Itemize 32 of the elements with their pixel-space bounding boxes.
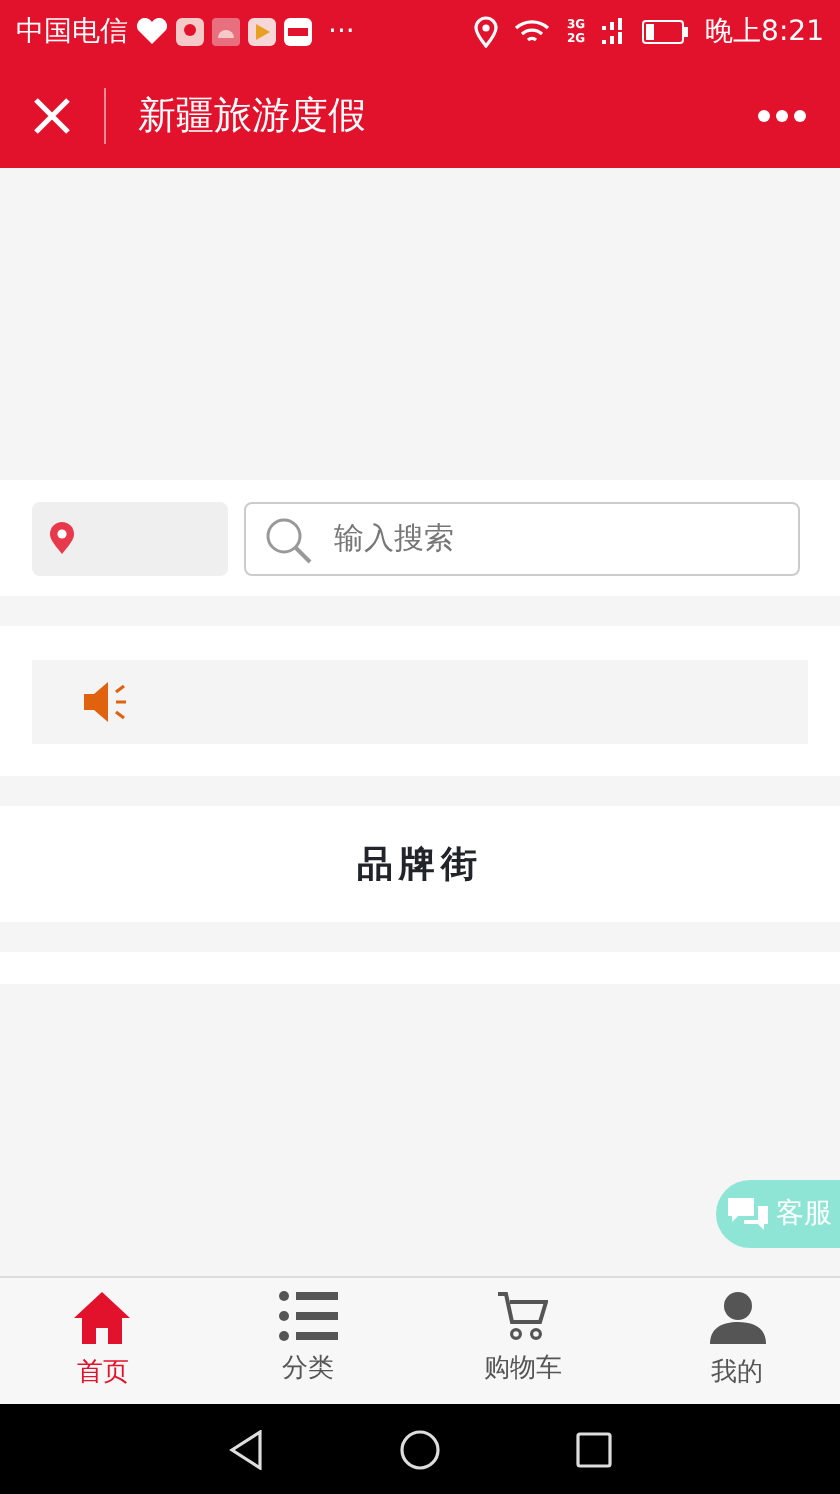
location-pin-icon (48, 520, 76, 556)
list-icon (278, 1290, 339, 1342)
home-icon (72, 1290, 133, 1346)
app-icon (284, 18, 312, 46)
recents-icon[interactable] (576, 1431, 612, 1467)
location-icon (474, 16, 499, 48)
cart-icon (496, 1290, 549, 1342)
page-title: 新疆旅游度假 (138, 91, 366, 142)
tab-item[interactable]: 首页 (0, 1278, 206, 1404)
search-field[interactable]: 输入搜索 (244, 501, 800, 575)
search-icon (264, 515, 312, 563)
play-app-icon (248, 18, 276, 46)
heart-icon (136, 18, 168, 46)
location-selector[interactable] (32, 501, 228, 575)
section-title: 品牌街 (357, 841, 483, 889)
battery-icon (641, 20, 690, 44)
more-dots: ··· (328, 13, 355, 51)
wifi-icon (514, 18, 551, 46)
tab-item[interactable]: 购物车 (411, 1278, 635, 1404)
close-icon[interactable] (32, 96, 72, 136)
back-icon[interactable] (228, 1429, 264, 1469)
app-icon (212, 18, 240, 46)
tab-item[interactable]: 分类 (205, 1278, 411, 1404)
more-icon[interactable] (756, 108, 808, 124)
tab-item[interactable]: 我的 (634, 1278, 840, 1404)
clock: 晚上8:21 (705, 13, 824, 51)
carrier-name: 中国电信 (16, 13, 128, 51)
user-icon (707, 1290, 768, 1346)
signal-icon (601, 18, 626, 46)
chat-icon (728, 1196, 768, 1232)
home-circle-icon[interactable] (400, 1429, 440, 1469)
app-icon (176, 18, 204, 46)
